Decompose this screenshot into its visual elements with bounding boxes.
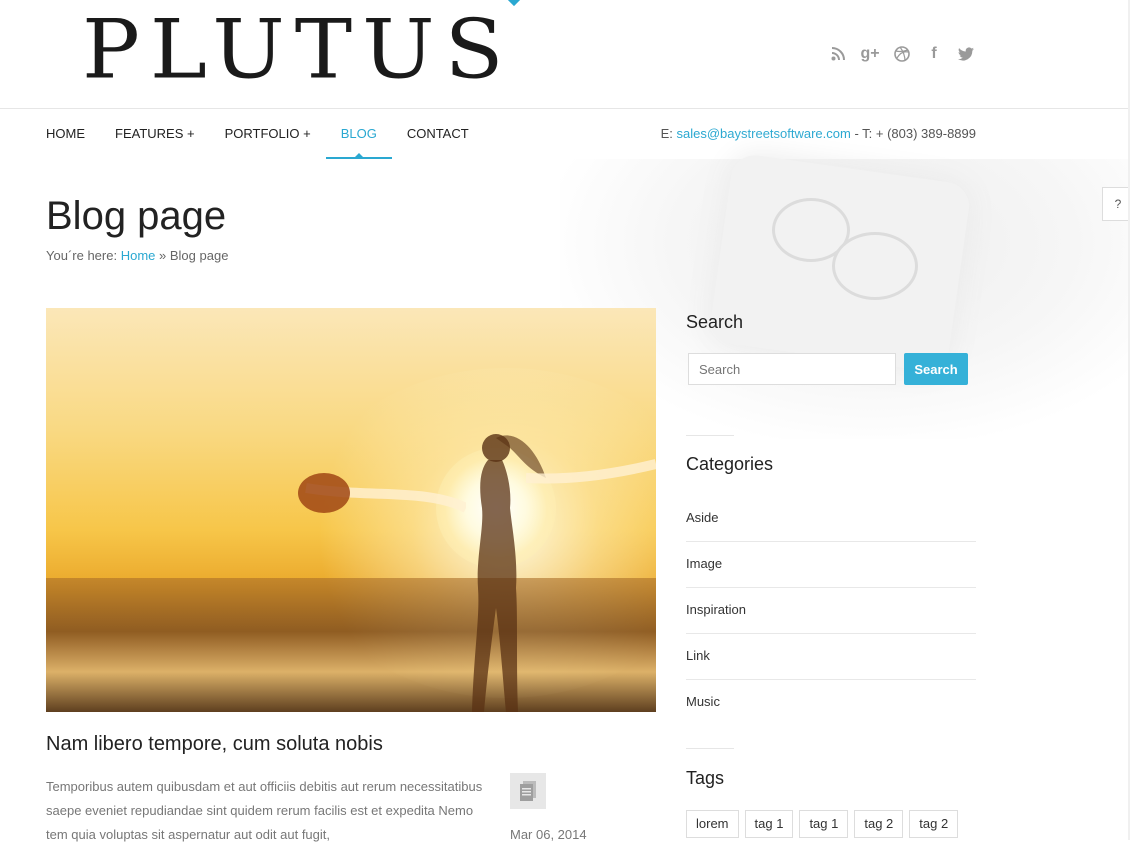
dribbble-icon[interactable]: [893, 44, 911, 64]
nav-portfolio[interactable]: PORTFOLIO +: [225, 109, 311, 159]
chat-bubble-graphic: [832, 232, 918, 300]
nav-home[interactable]: HOME: [46, 109, 85, 159]
contact-info: E: sales@baystreetsoftware.com - T: + (8…: [661, 109, 976, 159]
email-link[interactable]: sales@baystreetsoftware.com: [677, 126, 851, 141]
google-plus-icon[interactable]: g+: [860, 44, 879, 64]
widget-divider: [686, 435, 734, 436]
social-links: g+ f: [829, 44, 975, 64]
help-tab[interactable]: ?: [1102, 187, 1130, 221]
outstretched-arms: [298, 473, 466, 513]
category-link[interactable]: Music: [686, 680, 976, 725]
right-arm: [526, 459, 656, 484]
widget-divider: [686, 748, 734, 749]
breadcrumb-prefix: You´re here:: [46, 248, 118, 263]
breadcrumb: You´re here: Home » Blog page: [46, 248, 228, 263]
sea-water: [46, 578, 656, 712]
categories-widget-title: Categories: [686, 454, 774, 474]
site-header: PLUTUS g+ f: [0, 0, 1130, 109]
search-button[interactable]: Search: [904, 353, 968, 385]
search-widget-title: Search: [686, 312, 744, 332]
nav-blog[interactable]: BLOG: [325, 109, 392, 159]
twitter-icon[interactable]: [957, 44, 975, 64]
search-input[interactable]: [688, 353, 896, 385]
categories-list: Aside Image Inspiration Link Music: [686, 496, 976, 725]
tag-link[interactable]: tag 1: [799, 810, 849, 838]
main-nav: HOME FEATURES + PORTFOLIO + BLOG CONTACT…: [0, 109, 1130, 159]
tag-link[interactable]: tag 2: [854, 810, 904, 838]
tag-link[interactable]: lorem: [686, 810, 739, 838]
nav-contact[interactable]: CONTACT: [407, 109, 469, 159]
tag-link[interactable]: tag 1: [744, 810, 794, 838]
breadcrumb-separator: »: [159, 248, 167, 263]
search-form: Search: [688, 353, 968, 385]
site-logo[interactable]: PLUTUS: [82, 3, 514, 98]
document-icon: [510, 773, 546, 809]
category-link[interactable]: Inspiration: [686, 588, 976, 634]
category-link[interactable]: Link: [686, 634, 976, 680]
tag-link[interactable]: tag 2: [909, 810, 959, 838]
email-label: E:: [660, 126, 673, 141]
phone-text: - T: + (803) 389-8899: [850, 126, 976, 141]
category-link[interactable]: Image: [686, 542, 976, 588]
post-title[interactable]: Nam libero tempore, cum soluta nobis: [46, 733, 383, 756]
breadcrumb-home-link[interactable]: Home: [121, 248, 156, 263]
facebook-icon[interactable]: f: [925, 44, 943, 64]
breadcrumb-current: Blog page: [169, 248, 229, 263]
rss-icon[interactable]: [829, 44, 847, 64]
post-excerpt: Temporibus autem quibusdam et aut offici…: [46, 779, 483, 842]
tag-cloud: lorem tag 1 tag 1 tag 2 tag 2: [686, 810, 959, 838]
category-link[interactable]: Aside: [686, 496, 976, 542]
tags-widget-title: Tags: [686, 768, 725, 788]
post-featured-image[interactable]: [46, 308, 656, 712]
woman-silhouette: [472, 434, 546, 712]
nav-features[interactable]: FEATURES +: [115, 109, 195, 159]
page-title: Blog page: [46, 194, 227, 238]
